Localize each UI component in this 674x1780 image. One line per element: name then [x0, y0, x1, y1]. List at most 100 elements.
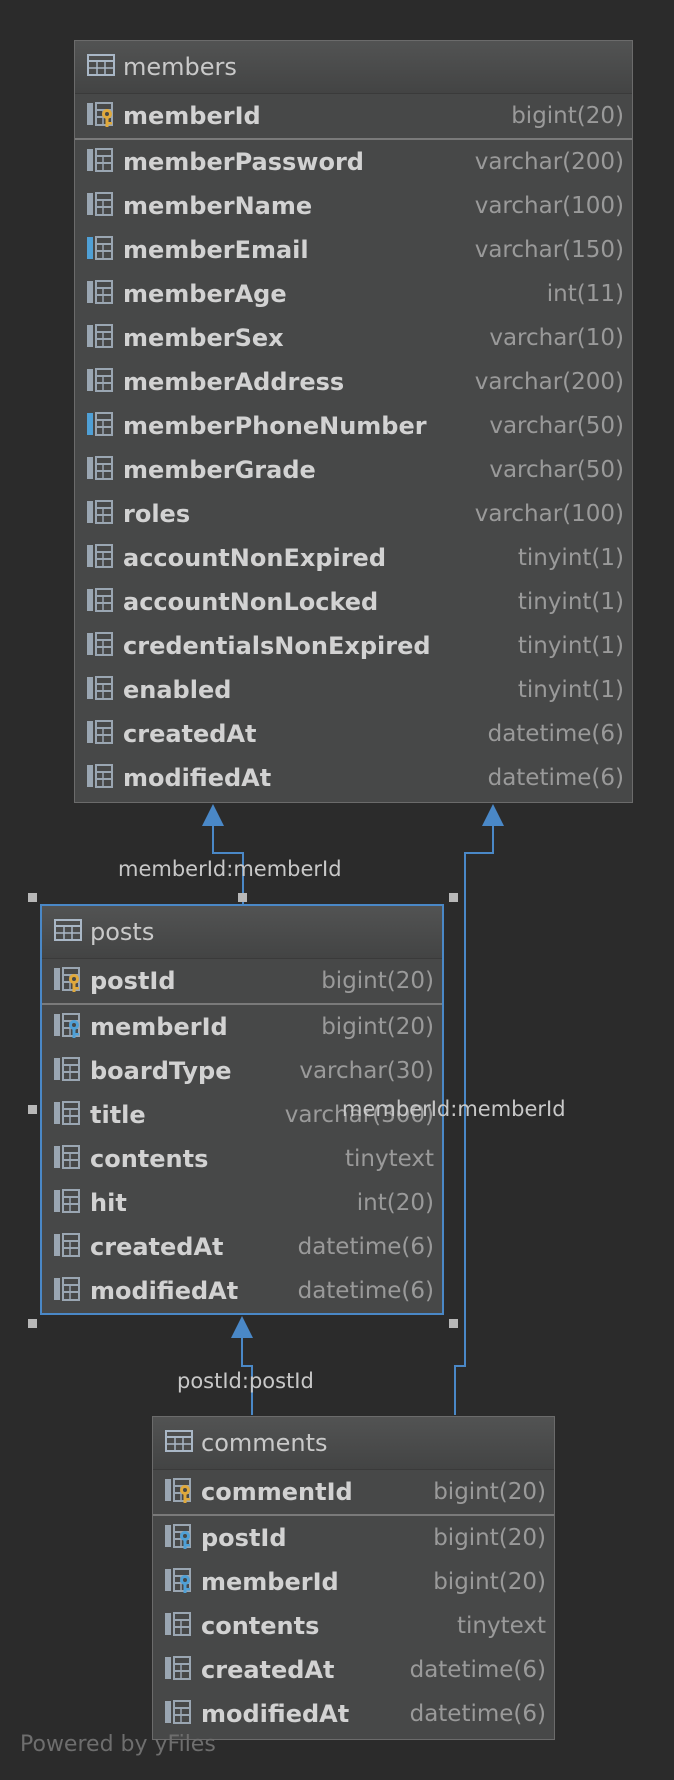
column-icon	[85, 542, 115, 574]
column-name: accountNonLocked	[123, 588, 379, 616]
column-icon	[85, 586, 115, 618]
selection-handle-middle-left[interactable]	[28, 1105, 37, 1114]
column-type: varchar(100)	[474, 501, 624, 527]
column-type: varchar(10)	[489, 325, 624, 351]
column-row[interactable]: memberName varchar(100)	[75, 184, 632, 228]
column-type: int(20)	[356, 1190, 434, 1216]
column-type: varchar(50)	[489, 457, 624, 483]
column-row[interactable]: modifiedAt datetime(6)	[153, 1692, 554, 1736]
column-type: tinyint(1)	[517, 545, 624, 571]
primary-key-icon	[163, 1476, 193, 1508]
column-name: memberSex	[123, 324, 284, 352]
edge-label-comments-members: memberId:memberId	[342, 1097, 566, 1121]
primary-key-icon	[52, 965, 82, 997]
column-row[interactable]: commentId bigint(20)	[153, 1470, 554, 1516]
column-name: contents	[201, 1612, 320, 1640]
column-name: modifiedAt	[201, 1700, 350, 1728]
column-type: int(11)	[546, 281, 624, 307]
column-row[interactable]: memberEmail varchar(150)	[75, 228, 632, 272]
column-row[interactable]: postId bigint(20)	[153, 1516, 554, 1560]
column-row[interactable]: memberGrade varchar(50)	[75, 448, 632, 492]
column-type: varchar(200)	[474, 149, 624, 175]
column-icon	[163, 1610, 193, 1642]
column-icon	[85, 146, 115, 178]
column-type: datetime(6)	[409, 1657, 546, 1683]
column-type: datetime(6)	[487, 765, 624, 791]
column-icon	[85, 498, 115, 530]
column-icon	[85, 454, 115, 486]
column-row[interactable]: createdAt datetime(6)	[75, 712, 632, 756]
column-name: boardType	[90, 1057, 232, 1085]
column-type: varchar(200)	[474, 369, 624, 395]
column-name: memberName	[123, 192, 313, 220]
column-row[interactable]: credentialsNonExpired tinyint(1)	[75, 624, 632, 668]
column-name: memberEmail	[123, 236, 309, 264]
column-row[interactable]: memberId bigint(20)	[153, 1560, 554, 1604]
column-icon	[163, 1654, 193, 1686]
column-row[interactable]: hit int(20)	[42, 1181, 442, 1225]
column-row[interactable]: memberAge int(11)	[75, 272, 632, 316]
column-row[interactable]: enabled tinyint(1)	[75, 668, 632, 712]
selection-handle-top-right[interactable]	[449, 893, 458, 902]
column-row[interactable]: createdAt datetime(6)	[42, 1225, 442, 1269]
column-row[interactable]: memberId bigint(20)	[75, 94, 632, 140]
foreign-key-icon	[163, 1522, 193, 1554]
table-members[interactable]: members memberId bigint(20) memberPassword…	[74, 40, 633, 803]
edge-arrow-posts-members	[202, 804, 224, 826]
column-row[interactable]: accountNonLocked tinyint(1)	[75, 580, 632, 624]
column-type: bigint(20)	[321, 1014, 434, 1040]
table-icon	[54, 919, 82, 945]
column-name: hit	[90, 1189, 127, 1217]
column-name: contents	[90, 1145, 209, 1173]
table-icon	[165, 1430, 193, 1456]
column-name: memberId	[123, 102, 261, 130]
column-icon	[163, 1698, 193, 1730]
column-icon	[52, 1187, 82, 1219]
column-name: memberAddress	[123, 368, 345, 396]
column-icon	[85, 278, 115, 310]
column-row[interactable]: createdAt datetime(6)	[153, 1648, 554, 1692]
column-type: varchar(150)	[474, 237, 624, 263]
column-name: memberPassword	[123, 148, 364, 176]
unique-column-icon	[85, 234, 115, 266]
column-row[interactable]: memberSex varchar(10)	[75, 316, 632, 360]
column-name: postId	[201, 1524, 287, 1552]
column-type: tinyint(1)	[517, 589, 624, 615]
column-row[interactable]: modifiedAt datetime(6)	[75, 756, 632, 800]
column-name: memberId	[90, 1013, 228, 1041]
column-row[interactable]: accountNonExpired tinyint(1)	[75, 536, 632, 580]
column-row[interactable]: memberPhoneNumber varchar(50)	[75, 404, 632, 448]
column-type: varchar(100)	[474, 193, 624, 219]
selection-handle-bottom-right[interactable]	[449, 1319, 458, 1328]
table-icon	[87, 54, 115, 80]
column-row[interactable]: contents tinytext	[42, 1137, 442, 1181]
column-row[interactable]: boardType varchar(30)	[42, 1049, 442, 1093]
column-name: enabled	[123, 676, 232, 704]
table-name: posts	[90, 918, 155, 946]
column-type: bigint(20)	[321, 968, 434, 994]
column-icon	[85, 322, 115, 354]
column-row[interactable]: roles varchar(100)	[75, 492, 632, 536]
column-row[interactable]: memberId bigint(20)	[42, 1005, 442, 1049]
column-name: memberPhoneNumber	[123, 412, 427, 440]
column-type: varchar(30)	[299, 1058, 434, 1084]
table-comments[interactable]: comments commentId bigint(20) postId bigint…	[152, 1416, 555, 1740]
edge-label-comments-posts: postId:postId	[177, 1369, 314, 1393]
edge-arrow-comments-posts	[231, 1316, 253, 1338]
column-row[interactable]: modifiedAt datetime(6)	[42, 1269, 442, 1313]
column-row[interactable]: memberAddress varchar(200)	[75, 360, 632, 404]
selection-handle-top-middle[interactable]	[238, 893, 247, 902]
column-name: createdAt	[123, 720, 257, 748]
selection-handle-top-left[interactable]	[28, 893, 37, 902]
selection-handle-bottom-left[interactable]	[28, 1319, 37, 1328]
column-name: postId	[90, 967, 176, 995]
column-row[interactable]: postId bigint(20)	[42, 959, 442, 1005]
column-icon	[85, 762, 115, 794]
foreign-key-icon	[163, 1566, 193, 1598]
column-name: roles	[123, 500, 191, 528]
column-icon	[85, 190, 115, 222]
column-row[interactable]: contents tinytext	[153, 1604, 554, 1648]
column-row[interactable]: memberPassword varchar(200)	[75, 140, 632, 184]
column-type: bigint(20)	[433, 1525, 546, 1551]
column-type: bigint(20)	[511, 103, 624, 129]
